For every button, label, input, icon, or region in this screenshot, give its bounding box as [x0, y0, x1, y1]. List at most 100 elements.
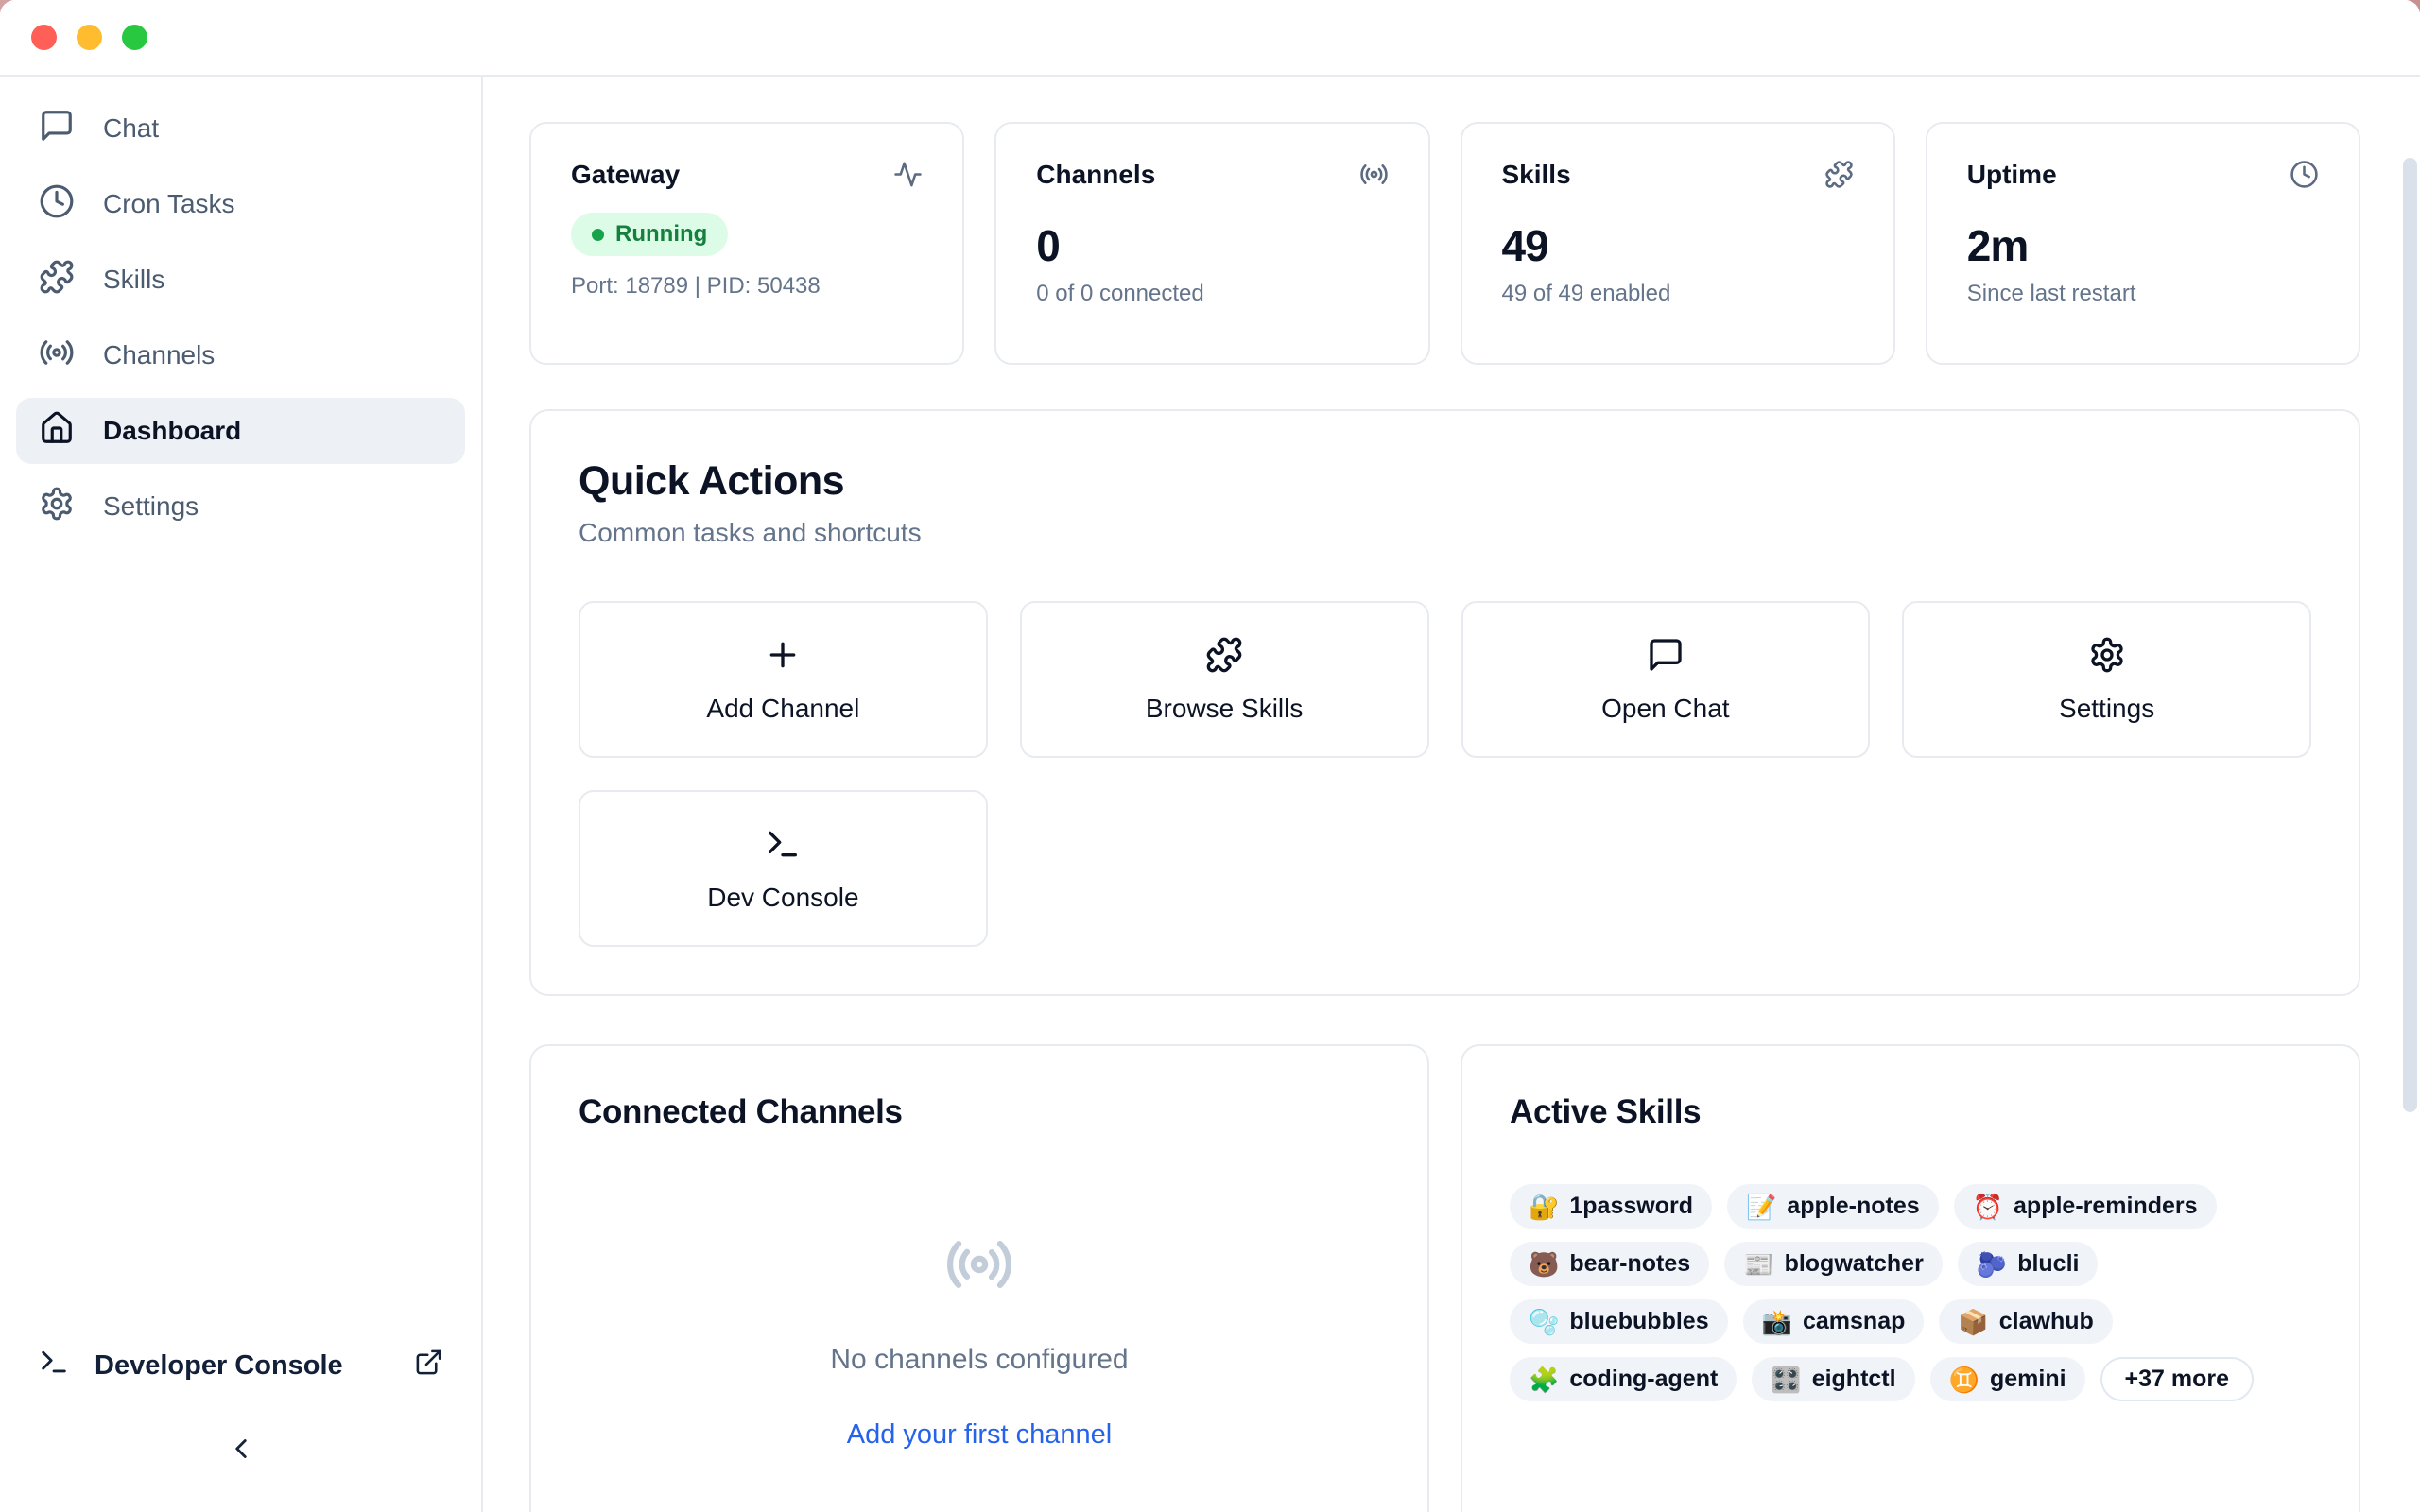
empty-state-text: No channels configured	[830, 1344, 1128, 1376]
sidebar-item-chat[interactable]: Chat	[16, 95, 465, 162]
developer-console-link[interactable]: Developer Console	[0, 1332, 481, 1399]
active-skills-panel: Active Skills 🔐1password 📝 apple-notes ⏰app…	[1461, 1044, 2360, 1512]
dev-console-button[interactable]: Dev Console	[579, 790, 988, 947]
app-window: Chat Cron Tasks Skills Channels Dashboard Set…	[0, 0, 2420, 1512]
traffic-lights	[31, 25, 147, 50]
stat-value: 0	[1036, 220, 1388, 271]
skill-badge-blucli[interactable]: 🫐blucli	[1958, 1242, 2099, 1286]
stat-card-channels: Channels00 of 0 connected	[994, 122, 1429, 365]
house-icon	[39, 410, 75, 453]
puzzle-icon	[1205, 636, 1243, 679]
skill-badge-blogwatcher[interactable]: 📰blogwatcher	[1724, 1242, 1943, 1286]
message-square-icon	[1647, 636, 1685, 679]
skill-emoji: 🧩	[1529, 1367, 1559, 1392]
skill-badge-coding-agent[interactable]: 🧩 coding-agent	[1510, 1357, 1737, 1401]
radio-icon	[1359, 160, 1389, 194]
status-dot	[592, 229, 604, 241]
skill-label: coding-agent	[1569, 1366, 1718, 1393]
channels-empty-state: No channels configured Add your first ch…	[579, 1229, 1380, 1451]
sidebar-item-cron[interactable]: Cron Tasks	[16, 171, 465, 237]
app-shell: Chat Cron Tasks Skills Channels Dashboard Set…	[0, 77, 2420, 1512]
skill-badge-gemini[interactable]: ♊gemini	[1930, 1357, 2085, 1401]
vertical-scrollbar-thumb[interactable]	[2403, 158, 2417, 1112]
main-content: GatewayRunningPort: 18789 | PID: 50438 Ch…	[483, 77, 2420, 1512]
sidebar-collapse-row	[0, 1399, 481, 1503]
skill-badge-clawhub[interactable]: 📦clawhub	[1939, 1299, 2112, 1344]
stat-title: Gateway	[571, 160, 680, 190]
sidebar-item-label: Skills	[103, 265, 164, 295]
stats-row: GatewayRunningPort: 18789 | PID: 50438 Ch…	[529, 122, 2360, 365]
stat-card-skills: Skills4949 of 49 enabled	[1461, 122, 1895, 365]
browse-skills-button[interactable]: Browse Skills	[1020, 601, 1429, 758]
clock-icon	[39, 183, 75, 226]
puzzle-icon	[1824, 160, 1854, 194]
action-label: Add Channel	[706, 694, 859, 724]
action-label: Browse Skills	[1146, 694, 1303, 724]
skill-badge-apple-reminders[interactable]: ⏰apple-reminders	[1954, 1184, 2217, 1228]
developer-console-label: Developer Console	[95, 1350, 343, 1382]
skill-label: camsnap	[1803, 1308, 1905, 1335]
sidebar-item-label: Chat	[103, 113, 159, 144]
stat-subtitle: Port: 18789 | PID: 50438	[571, 273, 923, 300]
action-label: Settings	[2059, 694, 2154, 724]
open-chat-button[interactable]: Open Chat	[1461, 601, 1871, 758]
sidebar-nav: Chat Cron Tasks Skills Channels Dashboard Set…	[0, 95, 481, 540]
add-first-channel-link[interactable]: Add your first channel	[847, 1419, 1112, 1451]
connected-channels-panel: Connected Channels No channels configure…	[529, 1044, 1429, 1512]
chevron-left-icon	[225, 1433, 257, 1469]
skill-label: apple-notes	[1787, 1193, 1919, 1220]
quick-actions-grid: Add Channel Browse Skills Open Chat Setting…	[579, 601, 2311, 947]
minimize-button[interactable]	[77, 25, 102, 50]
close-button[interactable]	[31, 25, 57, 50]
sidebar-item-label: Dashboard	[103, 416, 241, 446]
active-skills-title: Active Skills	[1510, 1093, 2311, 1131]
sidebar-item-label: Settings	[103, 491, 199, 522]
skill-emoji: 📰	[1743, 1252, 1773, 1277]
stat-value: 49	[1502, 220, 1854, 271]
terminal-icon	[38, 1346, 70, 1385]
skill-emoji: 📸	[1762, 1310, 1792, 1334]
zoom-button[interactable]	[122, 25, 147, 50]
sidebar-spacer	[0, 540, 481, 1332]
external-link-icon[interactable]	[414, 1348, 443, 1384]
skill-emoji: ⏰	[1973, 1194, 2003, 1219]
settings-button[interactable]: Settings	[1902, 601, 2311, 758]
sidebar-item-skills[interactable]: Skills	[16, 247, 465, 313]
sidebar-item-label: Cron Tasks	[103, 189, 235, 219]
add-channel-button[interactable]: Add Channel	[579, 601, 988, 758]
skill-emoji: 🐻	[1529, 1252, 1559, 1277]
sidebar-item-channels[interactable]: Channels	[16, 322, 465, 388]
bottom-panels: Connected Channels No channels configure…	[529, 1044, 2360, 1512]
skill-emoji: 🫐	[1977, 1252, 2007, 1277]
more-skills-badge[interactable]: +37 more	[2100, 1357, 2255, 1401]
skill-badge-1password[interactable]: 🔐1password	[1510, 1184, 1712, 1228]
gear-icon	[2088, 636, 2126, 679]
skill-badge-bluebubbles[interactable]: 🫧bluebubbles	[1510, 1299, 1728, 1344]
stat-title: Channels	[1036, 160, 1155, 190]
skill-badge-bear-notes[interactable]: 🐻bear-notes	[1510, 1242, 1709, 1286]
sidebar-item-label: Channels	[103, 340, 215, 370]
skill-badge-eightctl[interactable]: 🎛️eightctl	[1752, 1357, 1914, 1401]
action-label: Dev Console	[707, 883, 858, 913]
skill-badge-apple-notes[interactable]: 📝 apple-notes	[1727, 1184, 1939, 1228]
collapse-sidebar-button[interactable]	[213, 1422, 269, 1479]
stat-title: Uptime	[1967, 160, 2057, 190]
stat-card-gateway: GatewayRunningPort: 18789 | PID: 50438	[529, 122, 964, 365]
more-skills-label: +37 more	[2125, 1366, 2230, 1393]
skill-emoji: 🫧	[1529, 1310, 1559, 1334]
action-label: Open Chat	[1601, 694, 1729, 724]
sidebar-item-settings[interactable]: Settings	[16, 473, 465, 540]
skill-label: 1password	[1569, 1193, 1693, 1220]
skill-emoji: 🎛️	[1771, 1367, 1801, 1392]
radio-icon	[39, 335, 75, 377]
message-square-icon	[39, 108, 75, 150]
skill-badge-camsnap[interactable]: 📸 camsnap	[1743, 1299, 1925, 1344]
sidebar-item-dashboard[interactable]: Dashboard	[16, 398, 465, 464]
skills-list: 🔐1password 📝 apple-notes ⏰apple-reminders 🐻b…	[1510, 1184, 2311, 1401]
clock-icon	[2290, 160, 2319, 194]
skill-emoji: 📝	[1746, 1194, 1776, 1219]
stat-value: 2m	[1967, 220, 2319, 271]
skill-emoji: ♊	[1949, 1367, 1979, 1392]
radio-icon	[944, 1229, 1014, 1304]
sidebar: Chat Cron Tasks Skills Channels Dashboard Set…	[0, 77, 483, 1512]
